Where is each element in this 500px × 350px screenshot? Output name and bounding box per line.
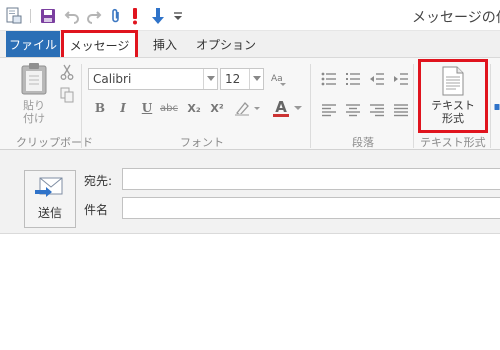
plain-text-document-icon xyxy=(442,66,464,96)
low-priority-icon[interactable] xyxy=(148,6,168,26)
send-button[interactable]: 送信 xyxy=(24,170,76,228)
change-case-icon[interactable]: Aa xyxy=(268,68,290,90)
font-size-select[interactable]: 12 xyxy=(220,68,264,90)
ribbon: 貼り 付け クリップボード Calibri 12 Aa B I U abc X₂… xyxy=(0,57,500,150)
underline-button[interactable]: U xyxy=(139,98,155,118)
bullets-icon[interactable] xyxy=(320,70,338,88)
chevron-down-icon xyxy=(203,69,217,89)
group-divider xyxy=(310,64,311,148)
subject-label: 件名 xyxy=(84,203,109,217)
font-color-glyph: A xyxy=(273,97,289,117)
numbering-icon[interactable] xyxy=(344,70,362,88)
decrease-indent-icon[interactable] xyxy=(368,70,386,88)
increase-indent-icon[interactable] xyxy=(392,70,410,88)
italic-button[interactable]: I xyxy=(116,98,130,118)
align-center-icon[interactable] xyxy=(344,101,362,119)
text-format-group-label: テキスト形式 xyxy=(420,136,486,149)
to-field[interactable] xyxy=(122,168,500,190)
bold-button[interactable]: B xyxy=(92,98,108,118)
align-left-icon[interactable] xyxy=(320,101,338,119)
chevron-down-icon xyxy=(293,106,302,110)
message-body-editor[interactable] xyxy=(0,235,500,350)
svg-text:Aa: Aa xyxy=(271,74,283,84)
window-title: メッセージの作成 xyxy=(412,10,500,26)
text-format-label-line2: 形式 xyxy=(442,112,464,125)
text-format-button[interactable]: テキスト 形式 xyxy=(418,59,488,133)
tab-insert[interactable]: 挿入 xyxy=(142,31,188,57)
paragraph-group-label: 段落 xyxy=(352,136,374,149)
paste-label-line1: 貼り xyxy=(23,99,45,112)
group-divider xyxy=(81,64,82,148)
send-envelope-icon xyxy=(35,177,63,197)
paste-icon xyxy=(21,63,47,95)
qat-divider xyxy=(30,9,31,23)
cut-icon[interactable] xyxy=(58,63,76,81)
justify-icon[interactable] xyxy=(392,101,410,119)
high-priority-icon[interactable] xyxy=(126,6,144,26)
customize-qat-icon[interactable] xyxy=(170,6,186,26)
font-family-value: Calibri xyxy=(93,72,132,86)
copy-icon[interactable] xyxy=(58,86,76,104)
send-label: 送信 xyxy=(37,206,62,220)
superscript-button[interactable]: X² xyxy=(208,98,226,118)
highlighter-icon xyxy=(235,102,260,116)
paste-button[interactable]: 貼り 付け xyxy=(14,62,54,128)
subscript-button[interactable]: X₂ xyxy=(185,98,203,118)
chevron-down-icon xyxy=(249,69,263,89)
font-family-select[interactable]: Calibri xyxy=(88,68,218,90)
undo-icon[interactable] xyxy=(62,6,82,26)
group-divider xyxy=(490,64,491,148)
tab-message[interactable]: メッセージ xyxy=(61,30,138,57)
strikethrough-button[interactable]: abc xyxy=(158,98,180,118)
text-format-label-line1: テキスト xyxy=(431,99,475,112)
app-icon[interactable] xyxy=(4,6,24,26)
font-group-label: フォント xyxy=(180,136,224,149)
group-divider xyxy=(413,64,414,148)
highlight-color-button[interactable] xyxy=(232,98,264,118)
ribbon-tab-bar: ファイル メッセージ 挿入 オプション xyxy=(0,30,500,57)
subject-field[interactable] xyxy=(122,197,500,219)
tab-file[interactable]: ファイル xyxy=(6,31,60,57)
align-right-icon[interactable] xyxy=(368,101,386,119)
paste-label-line2: 付け xyxy=(23,112,45,125)
font-color-button[interactable]: A xyxy=(270,98,306,118)
redo-icon[interactable] xyxy=(84,6,104,26)
to-label: 宛先: xyxy=(84,174,113,188)
save-icon[interactable] xyxy=(38,6,58,26)
title-bar: メッセージの作成 xyxy=(0,0,500,31)
attach-icon[interactable] xyxy=(106,6,126,26)
tab-options[interactable]: オプション xyxy=(193,31,259,57)
overflow-icon[interactable] xyxy=(494,98,500,116)
font-size-value: 12 xyxy=(225,72,241,86)
